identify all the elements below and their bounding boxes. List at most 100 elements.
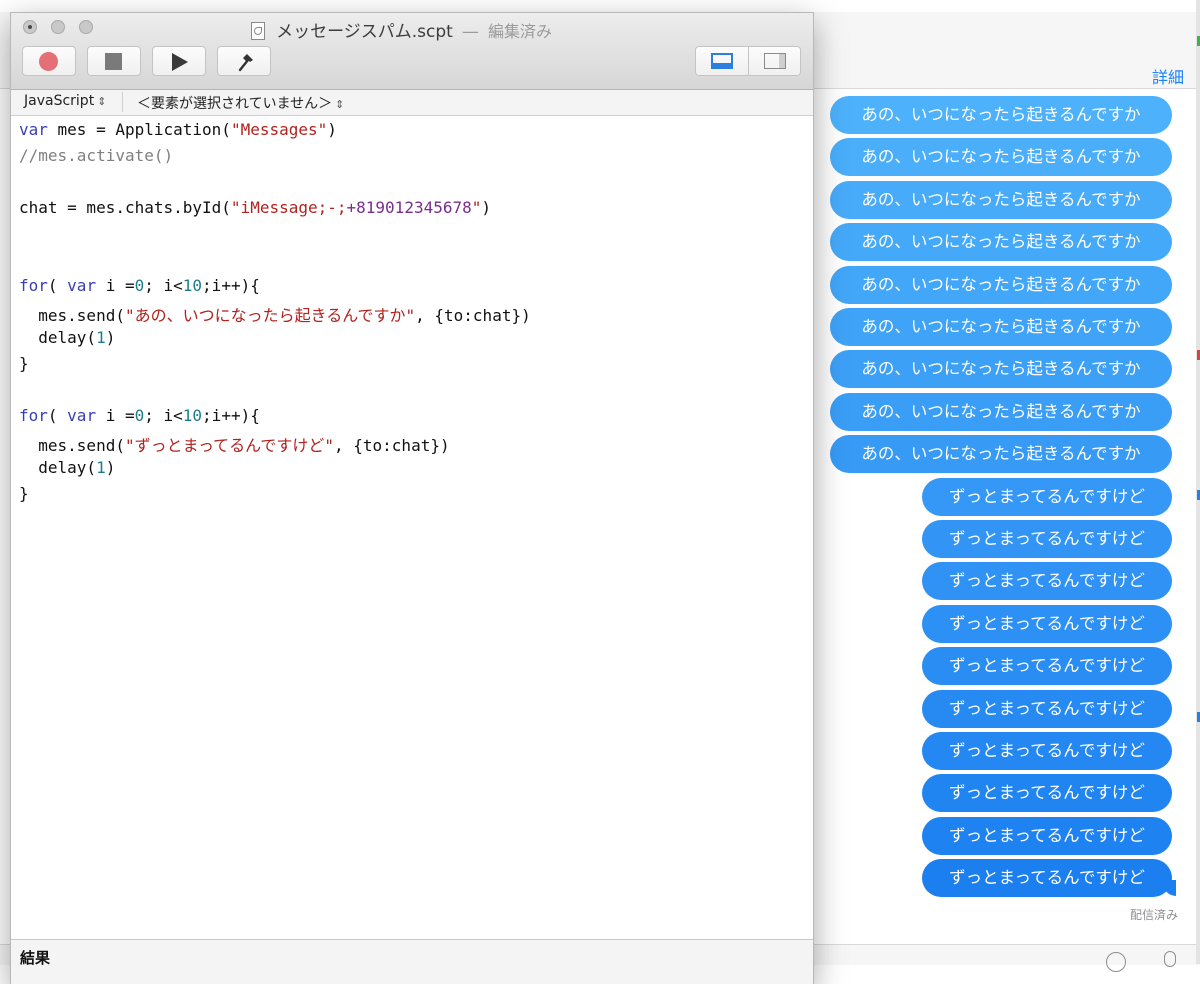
- emoji-icon[interactable]: [1106, 952, 1126, 972]
- nav-divider: [122, 92, 123, 112]
- code-token: mes.send(: [19, 306, 125, 325]
- code-token: , {to:chat}): [334, 436, 450, 455]
- play-icon: [172, 53, 188, 71]
- code-editor[interactable]: var mes = Application("Messages") //mes.a…: [11, 116, 813, 936]
- code-token: (: [47, 406, 68, 425]
- record-icon: [39, 52, 58, 71]
- stop-button[interactable]: [87, 46, 141, 76]
- edit-state: 編集済み: [488, 22, 553, 41]
- code-token: ;i++){: [202, 276, 260, 295]
- window-edge: [1196, 0, 1200, 964]
- message-bubble[interactable]: あの、いつになったら起きるんですか: [830, 181, 1172, 219]
- script-document-icon[interactable]: [251, 22, 265, 40]
- code-token: 0: [134, 276, 145, 295]
- updown-chevron-icon: ⇕: [97, 95, 107, 108]
- code-token: }: [19, 484, 29, 503]
- code-token: delay(: [19, 328, 97, 347]
- message-bubble[interactable]: あの、いつになったら起きるんですか: [830, 96, 1172, 134]
- code-token: var: [67, 276, 97, 295]
- code-token: , {to:chat}): [415, 306, 531, 325]
- code-token: ): [481, 198, 492, 217]
- code-token: "Messages": [230, 120, 328, 139]
- code-token: 1: [96, 328, 106, 347]
- code-token: i =: [96, 406, 135, 425]
- code-token: ): [105, 328, 116, 347]
- code-token: mes.send(: [19, 436, 125, 455]
- message-bubble[interactable]: ずっとまってるんですけど: [922, 774, 1172, 812]
- code-line[interactable]: for( var i =0; i<10;i++){: [19, 406, 260, 428]
- message-bubble[interactable]: あの、いつになったら起きるんですか: [830, 350, 1172, 388]
- language-selector-label: JavaScript: [24, 93, 95, 109]
- code-token: ;i++){: [202, 406, 260, 425]
- code-token: ; i<: [144, 276, 183, 295]
- element-selector-label: ＜要素が選択されていません＞: [137, 96, 333, 112]
- script-editor-window: メッセージスパム.scpt — 編集済み JavaScript ⇕ ＜要素が選択…: [10, 12, 814, 984]
- code-line[interactable]: //mes.activate(): [19, 146, 173, 168]
- code-token: for: [19, 276, 48, 295]
- message-bubble[interactable]: ずっとまってるんですけど: [922, 732, 1172, 770]
- code-token: 10: [182, 406, 203, 425]
- message-bubble[interactable]: あの、いつになったら起きるんですか: [830, 435, 1172, 473]
- run-button[interactable]: [152, 46, 206, 76]
- zoom-button[interactable]: [79, 20, 93, 34]
- message-bubble[interactable]: あの、いつになったら起きるんですか: [830, 266, 1172, 304]
- message-bubble[interactable]: ずっとまってるんですけど: [922, 478, 1172, 516]
- code-line[interactable]: delay(1): [19, 328, 115, 350]
- code-line[interactable]: mes.send("あの、いつになったら起きるんですか", {to:chat}): [19, 302, 531, 325]
- microphone-icon[interactable]: [1164, 951, 1176, 967]
- message-bubble[interactable]: ずっとまってるんですけど: [922, 520, 1172, 558]
- code-token: }: [19, 354, 29, 373]
- minimize-button[interactable]: [51, 20, 65, 34]
- message-bubble[interactable]: あの、いつになったら起きるんですか: [830, 138, 1172, 176]
- code-token: ": [471, 198, 482, 217]
- code-token: i =: [96, 276, 135, 295]
- code-token: 10: [182, 276, 203, 295]
- element-selector[interactable]: ＜要素が選択されていません＞ ⇕: [137, 93, 344, 113]
- message-bubble[interactable]: ずっとまってるんですけど: [922, 562, 1172, 600]
- delivered-status: 配信済み: [1129, 908, 1178, 922]
- code-token: var: [19, 120, 48, 139]
- code-line[interactable]: }: [19, 484, 29, 506]
- code-token: delay(: [19, 458, 97, 477]
- code-token: +819012345678: [346, 198, 472, 217]
- hammer-icon: [238, 54, 253, 72]
- code-token: for: [19, 406, 48, 425]
- code-token: (: [47, 276, 68, 295]
- message-bubble[interactable]: あの、いつになったら起きるんですか: [830, 393, 1172, 431]
- message-bubble[interactable]: あの、いつになったら起きるんですか: [830, 223, 1172, 261]
- message-bubble[interactable]: ずっとまってるんですけど: [922, 859, 1172, 897]
- message-bubble[interactable]: ずっとまってるんですけど: [922, 817, 1172, 855]
- code-line[interactable]: }: [19, 354, 29, 376]
- close-button[interactable]: [23, 20, 37, 34]
- stop-icon: [105, 53, 122, 70]
- code-token: 0: [134, 406, 145, 425]
- code-line[interactable]: delay(1): [19, 458, 115, 480]
- view-toggle-divider: [748, 47, 749, 75]
- code-token: ): [105, 458, 116, 477]
- code-line[interactable]: for( var i =0; i<10;i++){: [19, 276, 260, 298]
- result-pane[interactable]: 結果: [11, 939, 813, 984]
- view-toggle: [695, 46, 801, 76]
- code-line[interactable]: chat = mes.chats.byId("iMessage;-;+81901…: [19, 198, 491, 220]
- code-line[interactable]: mes.send("ずっとまってるんですけど", {to:chat}): [19, 432, 450, 455]
- compile-button[interactable]: [217, 46, 271, 76]
- record-button[interactable]: [22, 46, 76, 76]
- title-bar[interactable]: メッセージスパム.scpt — 編集済み: [11, 13, 813, 90]
- message-bubble[interactable]: ずっとまってるんですけど: [922, 647, 1172, 685]
- code-token: chat = mes.chats.byId(: [19, 198, 231, 217]
- document-title: メッセージスパム.scpt: [276, 22, 453, 42]
- code-token: "あの、いつになったら起きるんですか": [124, 306, 416, 325]
- side-pane-icon[interactable]: [764, 53, 786, 69]
- result-label: 結果: [20, 949, 51, 967]
- code-token: 1: [96, 458, 106, 477]
- message-bubble[interactable]: ずっとまってるんですけど: [922, 690, 1172, 728]
- language-selector[interactable]: JavaScript ⇕: [24, 93, 106, 109]
- title-separator: —: [461, 22, 479, 42]
- message-bubble[interactable]: ずっとまってるんですけど: [922, 605, 1172, 643]
- code-token: var: [67, 406, 97, 425]
- code-token: ): [327, 120, 337, 139]
- bottom-pane-icon[interactable]: [711, 53, 733, 69]
- code-token: mes = Application(: [47, 120, 231, 139]
- message-bubble[interactable]: あの、いつになったら起きるんですか: [830, 308, 1172, 346]
- code-line[interactable]: var mes = Application("Messages"): [19, 120, 337, 142]
